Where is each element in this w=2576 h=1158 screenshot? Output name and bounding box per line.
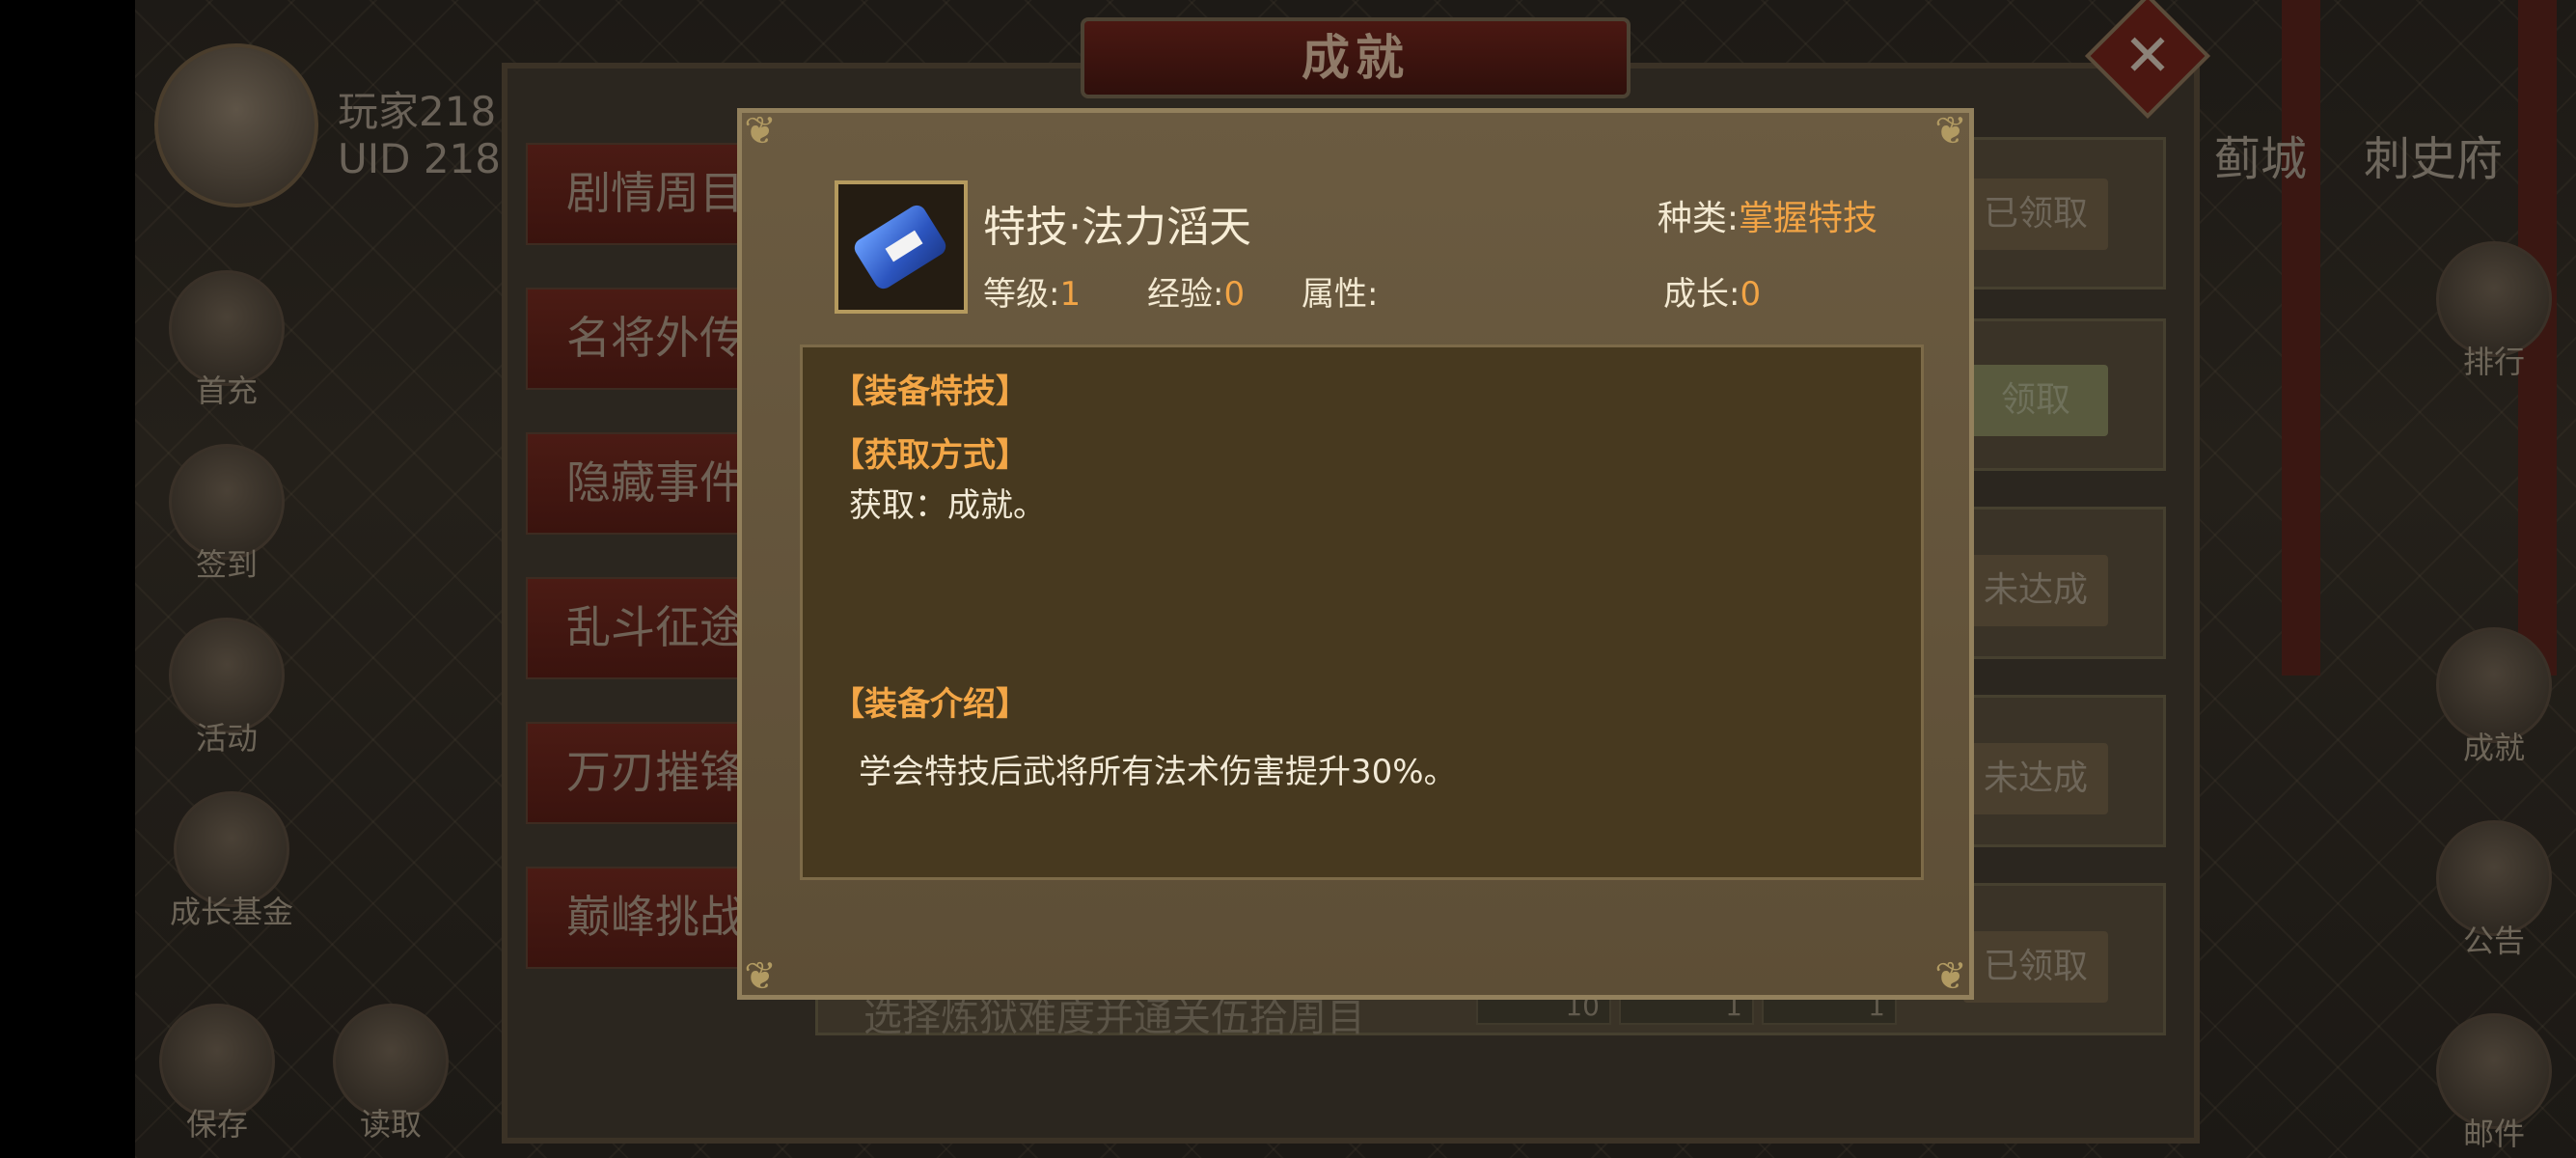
corner-ornament-icon: ❦ bbox=[744, 954, 777, 999]
section-equip-skill: 【装备特技】 bbox=[832, 372, 1028, 411]
growth-label: 成长: bbox=[1663, 275, 1740, 314]
corner-ornament-icon: ❦ bbox=[1934, 109, 1967, 153]
sign-in-label: 签到 bbox=[195, 546, 258, 583]
pillar bbox=[2282, 0, 2320, 676]
intro-text: 学会特技后武将所有法术伤害提升30%。 bbox=[859, 753, 1457, 791]
growth-fund-button[interactable]: 成长基金 bbox=[154, 791, 309, 932]
skill-type: 种类:掌握特技 bbox=[1658, 190, 1877, 240]
announcement-button[interactable]: 公告 bbox=[2431, 820, 2557, 961]
corner-ornament-icon: ❦ bbox=[744, 109, 777, 153]
type-value: 掌握特技 bbox=[1738, 199, 1877, 238]
mail-button[interactable]: 邮件 bbox=[2431, 1013, 2557, 1154]
level-value: 1 bbox=[1059, 275, 1082, 314]
activity-label: 活动 bbox=[195, 720, 258, 757]
save-label: 保存 bbox=[185, 1106, 248, 1143]
level-label: 等级: bbox=[983, 275, 1060, 314]
close-icon: ✕ bbox=[2123, 22, 2173, 90]
corner-ornament-icon: ❦ bbox=[1934, 954, 1967, 999]
achievement-title: 成就 bbox=[1081, 17, 1631, 98]
status-claimed: 已领取 bbox=[1963, 931, 2108, 1003]
skill-detail-popup[interactable]: ❦ ❦ ❦ ❦ 特技·法力滔天 种类:掌握特技 等级:1 经验:0 属性: 成长… bbox=[737, 108, 1974, 1000]
status-not-achieved: 未达成 bbox=[1963, 743, 2108, 814]
city-label-jicheng: 蓟城 bbox=[2214, 132, 2308, 186]
status-claimed: 已领取 bbox=[1963, 179, 2108, 250]
city-label-cishifu: 刺史府 bbox=[2364, 132, 2504, 186]
first-recharge-button[interactable]: 首充 bbox=[164, 270, 289, 411]
attribute-label: 属性: bbox=[1302, 275, 1379, 314]
section-equip-intro: 【装备介绍】 bbox=[832, 685, 1028, 724]
load-label: 读取 bbox=[359, 1106, 422, 1143]
ranking-label: 排行 bbox=[2462, 344, 2525, 380]
first-recharge-label: 首充 bbox=[195, 372, 258, 409]
letterbox-left bbox=[0, 0, 135, 1158]
exp-value: 0 bbox=[1223, 275, 1246, 314]
player-uid: UID 2185 bbox=[338, 135, 527, 182]
ranking-button[interactable]: 排行 bbox=[2431, 241, 2557, 382]
exp-stat: 经验:0 bbox=[1147, 267, 1245, 315]
achievement-button[interactable]: 成就 bbox=[2431, 627, 2557, 768]
growth-value: 0 bbox=[1740, 275, 1762, 314]
announcement-label: 公告 bbox=[2462, 923, 2525, 959]
sign-in-button[interactable]: 签到 bbox=[164, 444, 289, 585]
save-button[interactable]: 保存 bbox=[154, 1004, 280, 1144]
growth-fund-label: 成长基金 bbox=[169, 894, 293, 930]
growth-stat: 成长:0 bbox=[1663, 267, 1761, 315]
status-not-achieved: 未达成 bbox=[1963, 555, 2108, 626]
blue-scroll-icon bbox=[835, 180, 968, 314]
obtain-text: 获取：成就。 bbox=[849, 486, 1046, 525]
level-stat: 等级:1 bbox=[983, 267, 1081, 315]
achievement-label: 成就 bbox=[2462, 730, 2525, 766]
player-avatar[interactable] bbox=[154, 43, 318, 207]
activity-button[interactable]: 活动 bbox=[164, 618, 289, 758]
mail-label: 邮件 bbox=[2462, 1116, 2525, 1152]
load-button[interactable]: 读取 bbox=[328, 1004, 453, 1144]
description-panel: 【装备特技】 【获取方式】 获取：成就。 【装备介绍】 学会特技后武将所有法术伤… bbox=[800, 345, 1924, 880]
skill-name: 特技·法力滔天 bbox=[983, 203, 1251, 252]
exp-label: 经验: bbox=[1147, 275, 1224, 314]
player-name: 玩家218 bbox=[338, 88, 497, 135]
section-obtain-method: 【获取方式】 bbox=[832, 436, 1028, 475]
attribute-stat: 属性: bbox=[1302, 267, 1378, 315]
claim-button[interactable]: 领取 bbox=[1963, 365, 2108, 436]
type-label: 种类: bbox=[1657, 199, 1739, 238]
